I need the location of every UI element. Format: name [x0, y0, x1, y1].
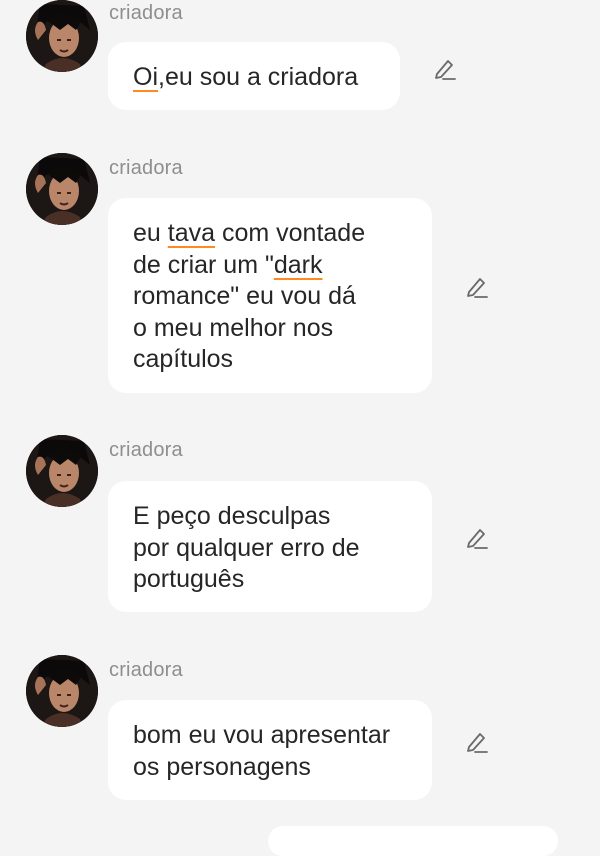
- avatar-icon[interactable]: [26, 655, 98, 727]
- message-author[interactable]: criadora: [109, 2, 183, 25]
- pencil-icon[interactable]: [463, 729, 489, 755]
- misspelled-word: tava: [167, 219, 216, 247]
- message-author[interactable]: criadora: [109, 157, 183, 180]
- message-line: Oi,eu sou a criadora: [133, 62, 376, 94]
- message-author[interactable]: criadora: [109, 659, 183, 682]
- misspelled-word: Oi: [133, 63, 158, 91]
- pencil-icon[interactable]: [463, 274, 489, 300]
- message-bubble[interactable]: Oi,eu sou a criadora: [108, 42, 400, 110]
- misspelled-word: dark: [273, 250, 323, 279]
- message-text: E peço desculpas: [133, 502, 331, 530]
- message-line: o meu melhor nos: [133, 313, 408, 345]
- message-line: bom eu vou apresentar: [133, 720, 408, 752]
- message-line: eu tava com vontade: [133, 218, 408, 250]
- message-bubble[interactable]: bom eu vou apresentar os personagens: [108, 700, 432, 800]
- message-line: por qualquer erro de: [133, 533, 408, 565]
- composer-bar[interactable]: [268, 826, 558, 856]
- message-text: por qualquer erro de: [133, 533, 360, 562]
- avatar-icon[interactable]: [26, 0, 98, 72]
- message-line: de criar um "dark: [133, 250, 408, 282]
- message-line: os personagens: [133, 752, 408, 784]
- message-line: romance" eu vou dá: [133, 281, 408, 313]
- message-line: E peço desculpas: [133, 501, 408, 533]
- avatar-icon[interactable]: [26, 153, 98, 225]
- pencil-icon[interactable]: [431, 56, 457, 82]
- message-text: capítulos: [133, 345, 234, 373]
- message-text: o meu melhor nos: [133, 313, 334, 342]
- message-text: bom eu vou apresentar: [133, 721, 391, 749]
- message-text: eu: [133, 219, 168, 247]
- message-text: ,eu sou a criadora: [158, 63, 359, 91]
- message-bubble[interactable]: E peço desculpas por qualquer erro de port…: [108, 481, 432, 612]
- message-text: português: [133, 565, 245, 593]
- message-text: com vontade: [215, 219, 366, 247]
- avatar-icon[interactable]: [26, 435, 98, 507]
- message-text: romance" eu vou dá: [133, 282, 356, 310]
- message-text: os personagens: [133, 752, 311, 781]
- message-text: de criar um ": [133, 250, 274, 279]
- message-line: capítulos: [133, 344, 408, 376]
- message-bubble[interactable]: eu tava com vontade de criar um "dark roma…: [108, 198, 432, 393]
- pencil-icon[interactable]: [463, 525, 489, 551]
- message-line: português: [133, 564, 408, 596]
- message-author[interactable]: criadora: [109, 439, 183, 462]
